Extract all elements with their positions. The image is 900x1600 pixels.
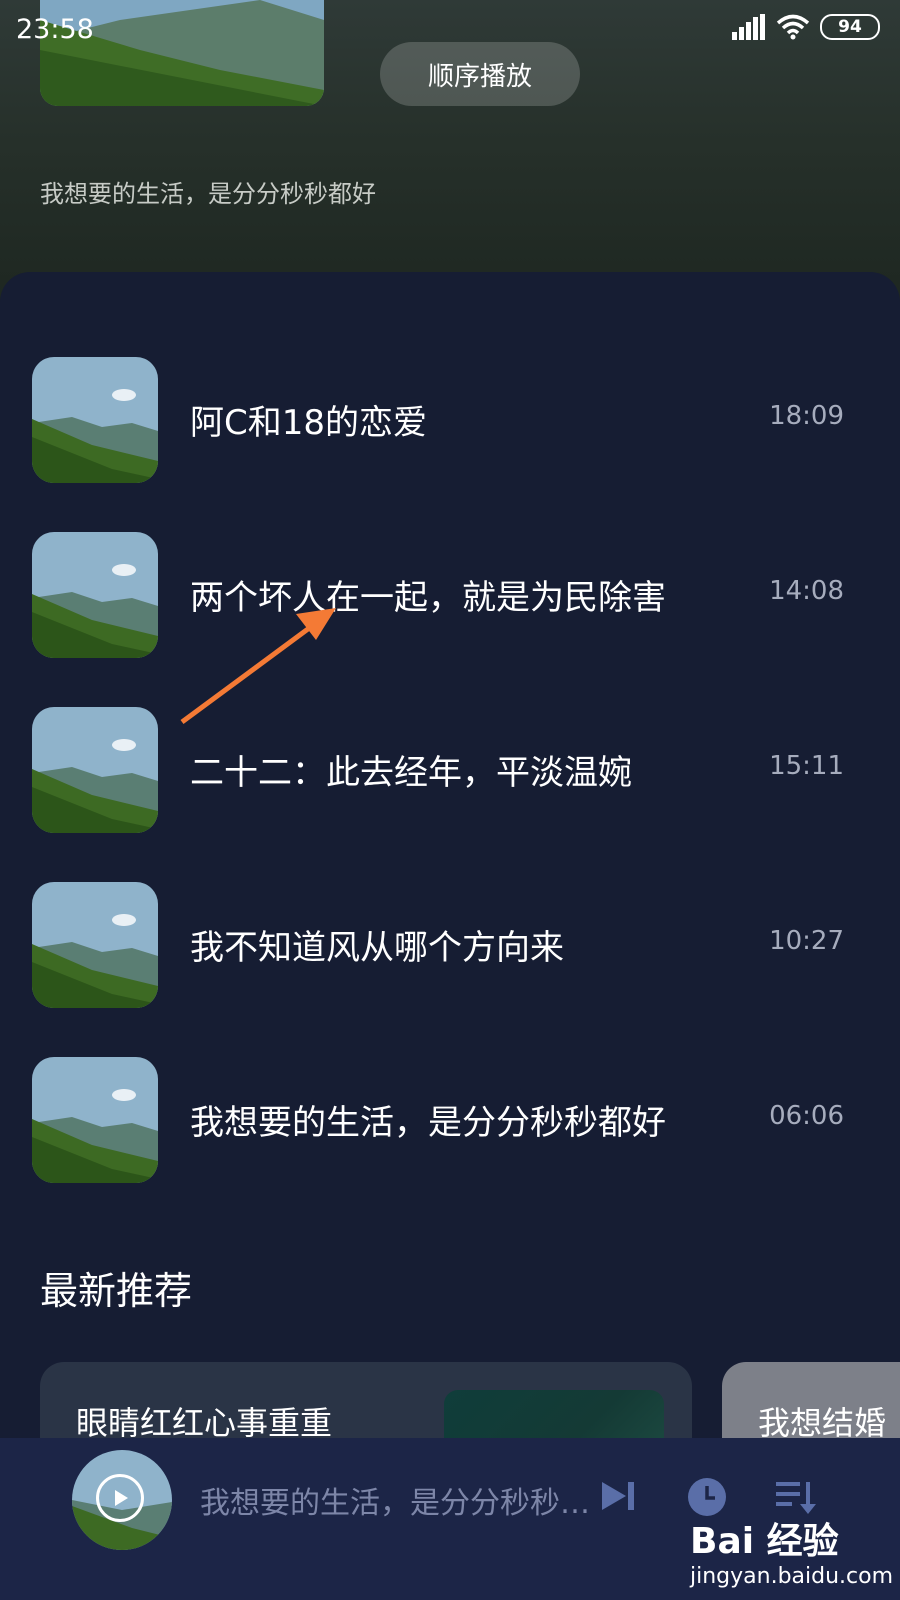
watermark-logo: Bai 经验 xyxy=(690,1521,839,1562)
player-disc[interactable] xyxy=(72,1450,172,1550)
signal-icon xyxy=(732,14,765,40)
player-title: 我想要的生活，是分分秒秒都好 xyxy=(200,1486,600,1521)
baidu-watermark: Bai 经验 jingyan.baidu.com xyxy=(690,1512,893,1592)
track-title: 我不知道风从哪个方向来 xyxy=(190,928,564,968)
album-description: 我想要的生活，是分分秒秒都好 xyxy=(40,180,376,208)
track-item[interactable]: 两个坏人在一起，就是为民除害 14:08 xyxy=(0,532,900,707)
track-title: 两个坏人在一起，就是为民除害 xyxy=(190,578,666,618)
section-title: 最新推荐 xyxy=(40,1269,193,1313)
next-track-icon[interactable] xyxy=(598,1476,638,1520)
track-title: 我想要的生活，是分分秒秒都好 xyxy=(190,1103,666,1143)
track-thumbnail xyxy=(32,357,158,483)
track-duration: 15:11 xyxy=(769,751,844,781)
battery-icon: 94 xyxy=(820,14,880,40)
order-play-button[interactable]: 顺序播放 xyxy=(380,42,580,106)
track-thumbnail xyxy=(32,1057,158,1183)
track-list: 阿C和18的恋爱 18:09 两个坏人在一起，就是为民除害 14:08 二十二：… xyxy=(0,357,900,1232)
track-title: 二十二：此去经年，平淡温婉 xyxy=(190,753,632,793)
track-duration: 18:09 xyxy=(769,401,844,431)
status-time: 23:58 xyxy=(16,14,94,45)
track-thumbnail xyxy=(32,882,158,1008)
track-duration: 06:06 xyxy=(769,1101,844,1131)
track-duration: 14:08 xyxy=(769,576,844,606)
play-icon[interactable] xyxy=(96,1474,144,1522)
track-item[interactable]: 我想要的生活，是分分秒秒都好 06:06 xyxy=(0,1057,900,1232)
track-title: 阿C和18的恋爱 xyxy=(190,403,428,443)
track-thumbnail xyxy=(32,532,158,658)
track-item[interactable]: 我不知道风从哪个方向来 10:27 xyxy=(0,882,900,1057)
track-duration: 10:27 xyxy=(769,926,844,956)
track-thumbnail xyxy=(32,707,158,833)
wifi-icon xyxy=(776,14,810,40)
watermark-url: jingyan.baidu.com xyxy=(690,1564,894,1589)
status-icons: 94 xyxy=(732,14,880,40)
track-item[interactable]: 二十二：此去经年，平淡温婉 15:11 xyxy=(0,707,900,882)
track-item[interactable]: 阿C和18的恋爱 18:09 xyxy=(0,357,900,532)
